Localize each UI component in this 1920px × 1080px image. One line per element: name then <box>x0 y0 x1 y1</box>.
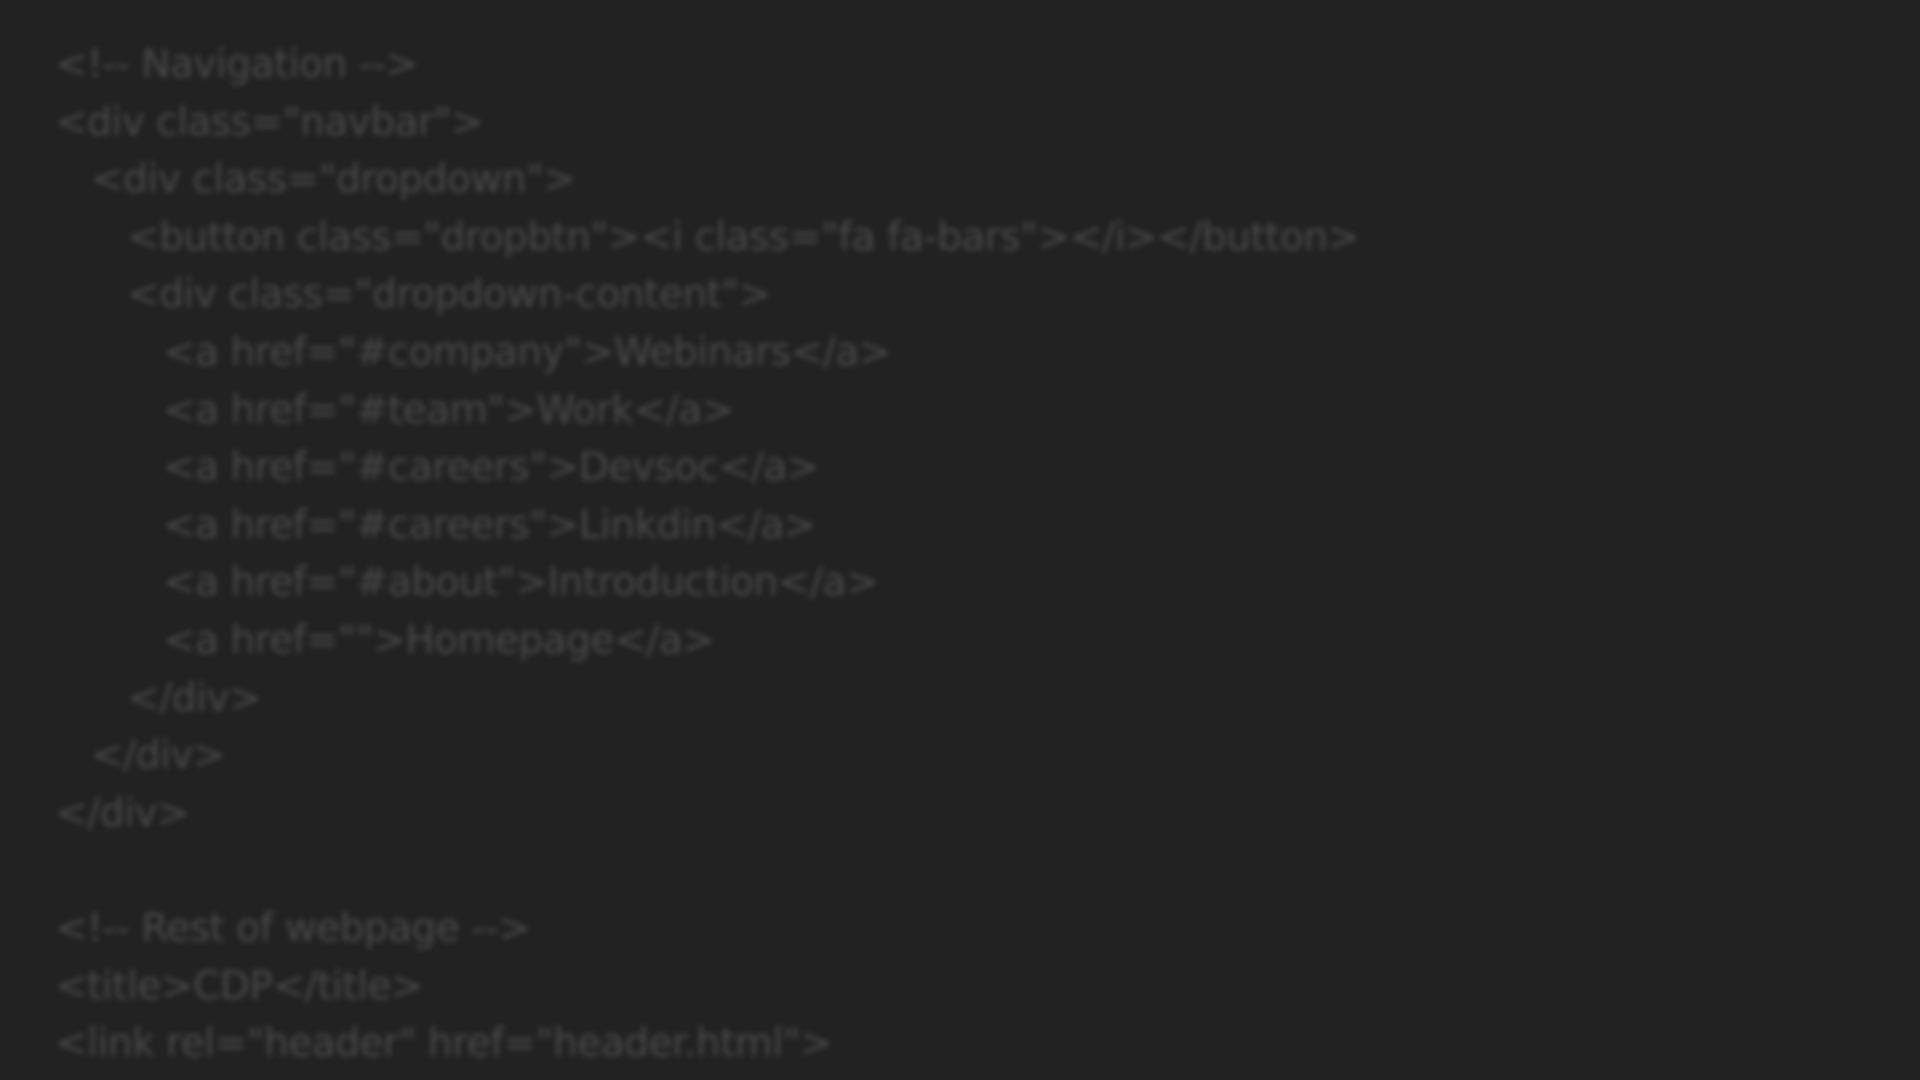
code-line: <div class="dropdown"> <box>91 157 576 203</box>
code-line: <div class="navbar"> <box>55 99 484 145</box>
code-line: <a href="#careers">Linkdin</a> <box>163 502 816 548</box>
code-lines: <!-- Navigation --> <div class="navbar">… <box>55 36 1920 1080</box>
code-editor-view: <!-- Navigation --> <div class="navbar">… <box>0 0 1920 1080</box>
code-line: <!-- Navigation --> <box>55 42 418 87</box>
code-line: <a href="#about">Introduction</a> <box>163 560 879 606</box>
code-line: <link rel="header" href="header.html"> <box>55 1021 833 1067</box>
code-line: </div> <box>55 790 190 836</box>
code-line: <!-- Rest of webpage --> <box>55 905 531 951</box>
code-line: <title>CDP</title> <box>55 963 424 1009</box>
code-line: <a href="#company">Webinars</a> <box>163 329 891 375</box>
code-line: <button class="dropbtn"><i class="fa fa-… <box>127 214 1360 260</box>
code-line: <a href="#team">Work</a> <box>163 387 734 433</box>
code-line: <a href="#careers">Devsoc</a> <box>163 445 819 491</box>
code-line: </div> <box>91 733 226 779</box>
code-line: <a href="">Homepage</a> <box>163 617 715 663</box>
code-line: </div> <box>127 675 262 721</box>
code-line: <div class="dropdown-content"> <box>127 272 771 318</box>
